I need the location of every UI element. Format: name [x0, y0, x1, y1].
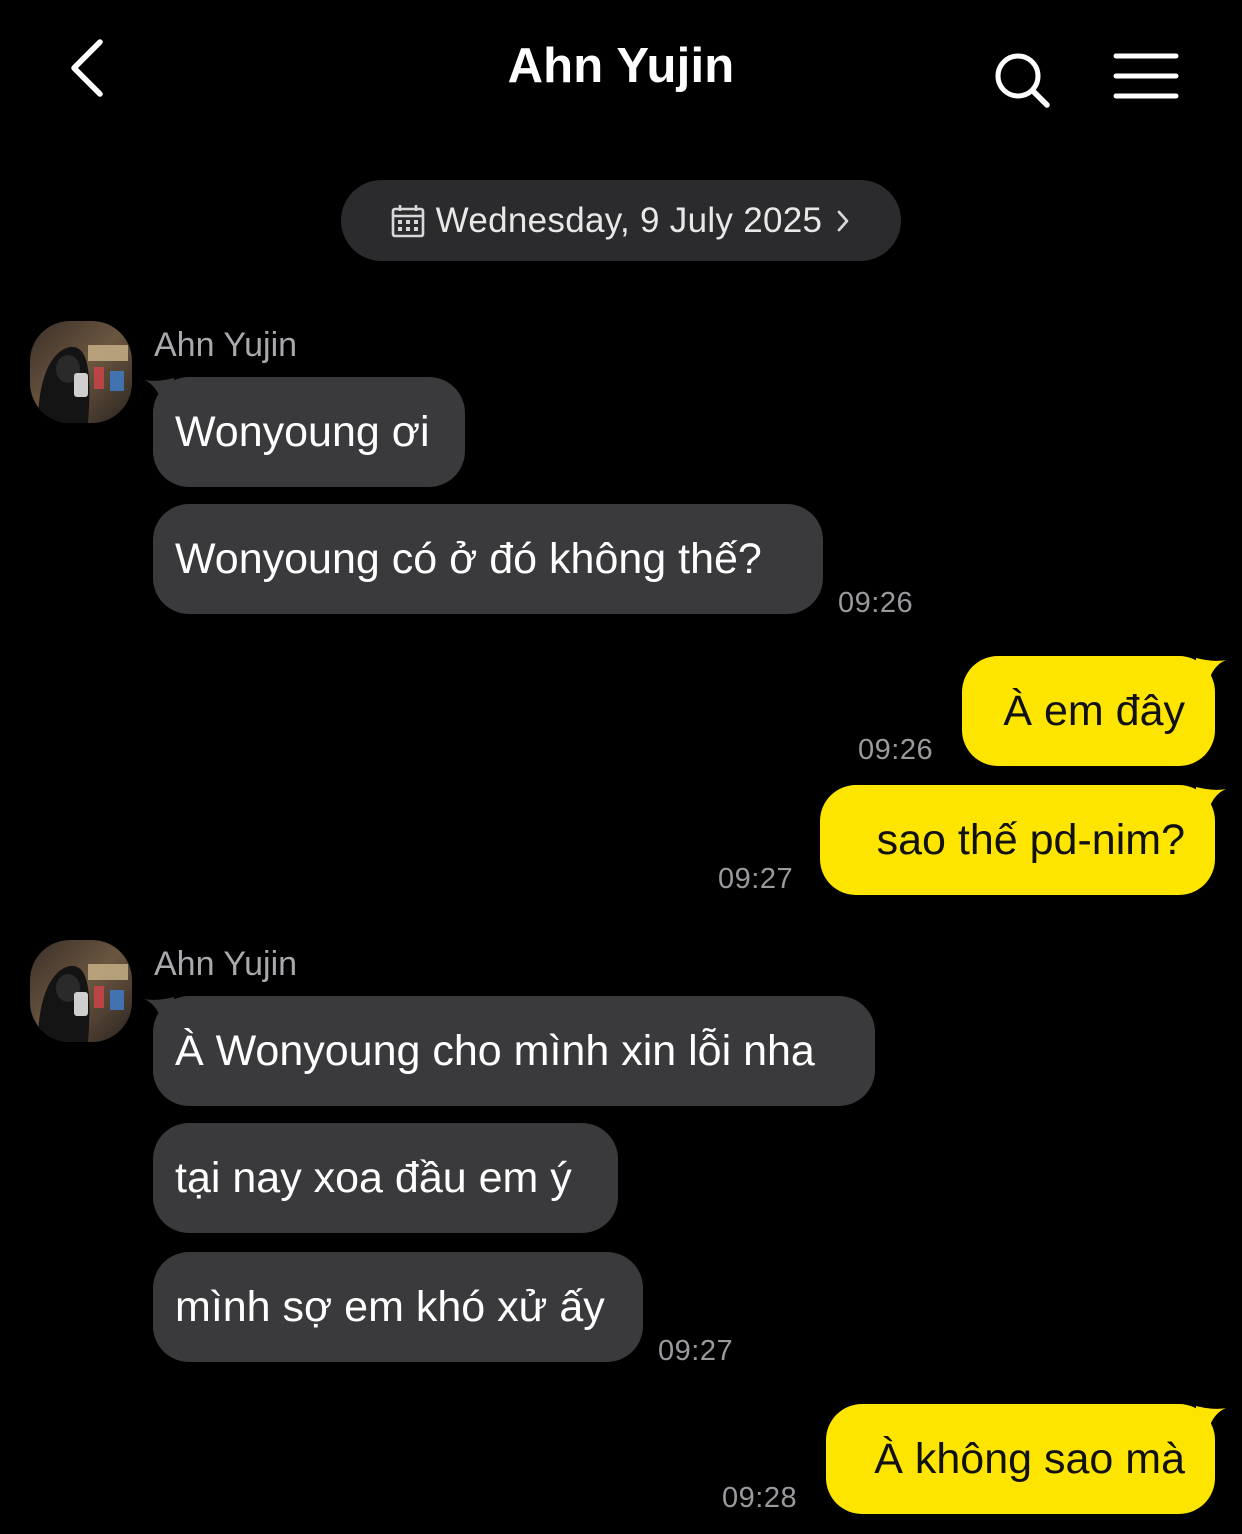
- chevron-right-icon: [837, 210, 849, 231]
- message-bubble-incoming[interactable]: mình sợ em khó xử ấy: [153, 1252, 643, 1362]
- menu-button[interactable]: [1110, 48, 1182, 104]
- message-bubble-outgoing[interactable]: sao thế pd-nim?: [820, 785, 1215, 895]
- date-label: Wednesday, 9 July 2025: [435, 200, 823, 240]
- bubble-tail: [1196, 658, 1226, 684]
- hamburger-menu-icon: [1113, 53, 1179, 99]
- calendar-icon: [391, 204, 424, 237]
- message-timestamp: 09:27: [658, 1335, 734, 1367]
- search-icon: [995, 53, 1050, 108]
- sender-name: Ahn Yujin: [154, 326, 298, 364]
- message-timestamp: 09:26: [858, 734, 934, 766]
- chat-header: Ahn Yujin: [0, 0, 1242, 140]
- message-timestamp: 09:27: [718, 863, 794, 895]
- message-bubble-outgoing[interactable]: À em đây: [962, 656, 1215, 766]
- search-button[interactable]: [990, 48, 1056, 114]
- sender-name: Ahn Yujin: [154, 945, 298, 983]
- avatar[interactable]: [30, 940, 132, 1042]
- message-bubble-incoming[interactable]: À Wonyoung cho mình xin lỗi nha: [153, 996, 875, 1106]
- message-bubble-incoming[interactable]: tại nay xoa đầu em ý: [153, 1123, 618, 1233]
- bubble-tail: [1196, 787, 1226, 813]
- message-bubble-outgoing[interactable]: À không sao mà: [826, 1404, 1215, 1514]
- bubble-tail: [1196, 1406, 1226, 1432]
- message-bubble-incoming[interactable]: Wonyoung có ở đó không thế?: [153, 504, 823, 614]
- date-divider-button[interactable]: Wednesday, 9 July 2025: [341, 180, 901, 261]
- message-bubble-incoming[interactable]: Wonyoung ơi: [153, 377, 465, 487]
- avatar[interactable]: [30, 321, 132, 423]
- message-timestamp: 09:28: [722, 1482, 798, 1514]
- message-timestamp: 09:26: [838, 587, 914, 619]
